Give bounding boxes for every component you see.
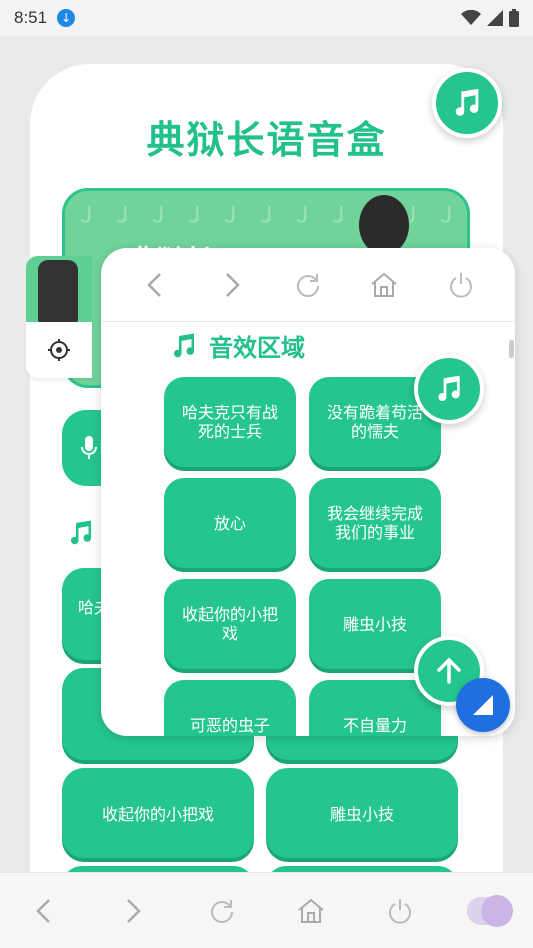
toggle-icon [466,894,513,927]
arrow-up-icon [437,657,461,684]
gear-icon [48,339,70,361]
back-button[interactable] [133,263,177,307]
battery-icon [509,9,519,27]
music-note-icon [438,375,460,402]
status-icons [461,9,519,27]
signal-icon [487,10,503,26]
sound-button[interactable]: 放心 [164,478,296,568]
back-icon [147,272,162,297]
forward-icon [225,272,240,297]
music-note-icon [174,333,195,357]
wifi-icon [461,10,481,25]
toggle-switch[interactable] [466,889,513,933]
power-icon [449,272,472,298]
resize-icon [473,695,493,715]
toggle-knob [480,894,513,927]
character-thumbnail[interactable] [26,256,92,322]
music-note-icon [455,88,479,116]
section-header: 音效区域 [169,328,305,363]
nav-home-button[interactable] [289,889,333,933]
nav-power-button[interactable] [378,889,422,933]
power-icon [388,898,411,924]
background-sound-button[interactable]: 收起你的小把戏 [62,768,254,858]
settings-button[interactable] [26,322,92,378]
refresh-icon [296,273,319,297]
refresh-icon [211,899,234,923]
forward-button[interactable] [210,263,254,307]
refresh-button[interactable] [286,263,330,307]
home-icon [298,898,324,923]
status-time: 8:51 [14,8,48,27]
nav-back-button[interactable] [22,889,66,933]
character-figure [38,260,78,322]
sound-button[interactable]: 可恶的虫子 [164,680,296,736]
resize-button[interactable] [456,678,510,732]
floating-window-toolbar [101,248,515,322]
music-fab-main[interactable] [432,68,502,138]
status-bar: 8:51 ↓ [0,0,533,36]
music-fab-window[interactable] [414,354,484,424]
download-icon: ↓ [57,9,76,27]
nav-refresh-button[interactable] [200,889,244,933]
home-button[interactable] [362,263,406,307]
app-title: 典狱长语音盒 [146,118,387,162]
nav-forward-button[interactable] [111,889,155,933]
background-sound-button[interactable]: 雕虫小技 [266,768,458,858]
power-button[interactable] [439,263,483,307]
back-icon [36,898,51,923]
section-title: 音效区域 [209,334,305,362]
scrollbar[interactable] [509,340,514,358]
sound-button[interactable]: 收起你的小把戏 [164,579,296,669]
home-icon [371,272,397,297]
sound-button[interactable]: 哈夫克只有战死的士兵 [164,377,296,467]
mic-icon [81,436,97,459]
forward-icon [127,898,142,923]
warden-portrait [359,195,409,255]
bottom-nav [0,872,533,948]
sound-button[interactable]: 我会继续完成我们的事业 [309,478,441,568]
music-note-icon [66,518,96,552]
